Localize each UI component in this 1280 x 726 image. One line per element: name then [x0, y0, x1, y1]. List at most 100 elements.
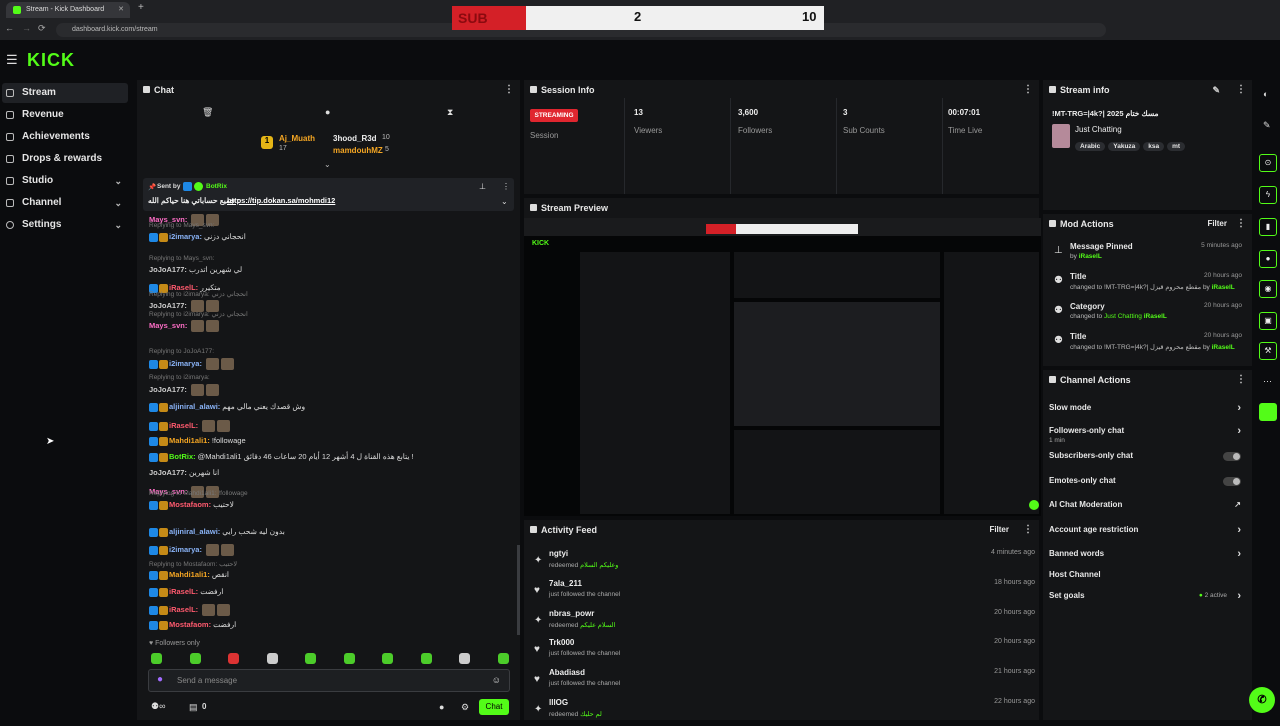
- channel-action-item[interactable]: Followers-only chat 1 min ›: [1049, 423, 1245, 444]
- quick-emote-icon[interactable]: [343, 653, 355, 664]
- reply-context[interactable]: Replying to Mostafaom: لاحتيب: [149, 560, 237, 568]
- activity-item[interactable]: ♥ Abadiasd just followed the channel 21 ho…: [530, 668, 1035, 696]
- users-icon[interactable]: ⚉∞: [151, 701, 165, 712]
- toggle-switch[interactable]: [1223, 452, 1241, 461]
- quick-action-tools[interactable]: ⚒: [1259, 342, 1277, 360]
- reply-context[interactable]: Replying to Mays_svn:: [149, 255, 214, 262]
- activity-item[interactable]: ✦ nbras_powr redeemed السلام عليكم 20 hours…: [530, 609, 1035, 637]
- stream-category[interactable]: Just Chatting: [1075, 125, 1122, 134]
- chat-username[interactable]: BotRix:: [169, 452, 196, 461]
- tag[interactable]: Yakuza: [1108, 142, 1141, 151]
- back-icon[interactable]: ←: [5, 23, 14, 33]
- quick-emote-icon[interactable]: [459, 653, 470, 664]
- chat-input[interactable]: ● Send a message ☺: [148, 669, 510, 692]
- reload-icon[interactable]: ⟳: [38, 23, 46, 34]
- quick-action-raid[interactable]: ϟ: [1259, 186, 1277, 204]
- quick-action-mod[interactable]: ▣: [1259, 312, 1277, 330]
- reply-context[interactable]: Replying to i2imarya: انحجاني دزني: [149, 310, 248, 318]
- hamburger-menu-icon[interactable]: ☰: [6, 52, 18, 68]
- edit-layout-icon[interactable]: ✎: [1263, 120, 1271, 131]
- chat-menu-icon[interactable]: ⋮: [504, 80, 514, 100]
- quick-action-notes[interactable]: ▮: [1259, 218, 1277, 236]
- top-gifter-name[interactable]: Aj_Muath: [279, 134, 315, 143]
- toggle-switch[interactable]: [1223, 477, 1241, 486]
- emoji-icon[interactable]: ☺: [492, 675, 501, 685]
- chat-username[interactable]: aljiniral_alawi:: [169, 402, 220, 411]
- activity-user[interactable]: 7ala_211: [549, 579, 582, 588]
- theme-toggle-icon[interactable]: ◐: [1263, 89, 1268, 99]
- channel-action-item[interactable]: Emotes-only chat: [1049, 473, 1245, 489]
- tag[interactable]: ksa: [1143, 142, 1165, 151]
- channel-action-item[interactable]: Subscribers-only chat: [1049, 448, 1245, 464]
- mod-action-moderator[interactable]: iRaselL: [1212, 284, 1235, 291]
- chat-username[interactable]: iRaselL:: [169, 421, 198, 430]
- top-gifter-name[interactable]: 3hood_R3d: [333, 134, 377, 143]
- channel-action-item[interactable]: Banned words ›: [1049, 546, 1245, 562]
- channel-action-item[interactable]: Set goals › ● 2 active: [1049, 588, 1245, 604]
- sidebar-item-revenue[interactable]: Revenue: [2, 105, 128, 125]
- quick-emote-icon[interactable]: [497, 653, 509, 664]
- top-gifter-name[interactable]: mamdouhMZ: [333, 146, 383, 155]
- chat-username[interactable]: i2imarya:: [169, 545, 202, 554]
- chat-username[interactable]: JoJoA177:: [149, 385, 187, 394]
- send-chat-button[interactable]: Chat: [479, 699, 509, 715]
- quick-emote-icon[interactable]: [266, 653, 278, 664]
- quick-emote-icon[interactable]: [305, 653, 316, 664]
- gear-icon[interactable]: ⚙: [461, 702, 469, 713]
- mod-action-moderator[interactable]: iRaselL: [1144, 313, 1167, 320]
- chat-scrollbar[interactable]: [517, 545, 520, 635]
- browser-tab[interactable]: Stream - Kick Dashboard ✕: [6, 2, 130, 18]
- share-icon[interactable]: ⋯: [1263, 376, 1272, 387]
- chat-username[interactable]: Mahdi1ali1:: [169, 570, 210, 579]
- activity-user[interactable]: ngtyi: [549, 549, 568, 558]
- activity-user[interactable]: lllOG: [549, 698, 568, 707]
- help-chat-icon[interactable]: ✆: [1249, 687, 1275, 713]
- sidebar-item-drops-rewards[interactable]: Drops & rewards: [2, 149, 128, 169]
- quick-action-broadcast[interactable]: ◉: [1259, 280, 1277, 298]
- expand-chevron-icon[interactable]: ⌄: [324, 160, 331, 169]
- trash-icon[interactable]: 🗑: [202, 107, 213, 118]
- quick-emote-icon[interactable]: [228, 653, 239, 664]
- sidebar-item-studio[interactable]: Studio ⌄: [2, 171, 128, 191]
- activity-filter-button[interactable]: Filter: [989, 520, 1009, 540]
- session-menu-icon[interactable]: ⋮: [1023, 80, 1033, 100]
- stream-info-menu-icon[interactable]: ⋮: [1236, 80, 1246, 100]
- chat-bubble-icon[interactable]: ●: [439, 702, 444, 712]
- channel-action-item[interactable]: Account age restriction ›: [1049, 522, 1245, 538]
- pinned-menu-icon[interactable]: ⋮: [502, 182, 510, 191]
- chat-username[interactable]: i2imarya:: [169, 232, 202, 241]
- unpin-icon[interactable]: ⊥: [479, 182, 486, 191]
- tab-close-icon[interactable]: ✕: [118, 2, 124, 18]
- reply-context[interactable]: Replying to i2imarya:: [149, 374, 210, 381]
- activity-item[interactable]: ✦ lllOG redeemed لم حليك 22 hours ago: [530, 698, 1035, 726]
- tag[interactable]: Arabic: [1075, 142, 1106, 151]
- mod-action-moderator[interactable]: iRaselL: [1079, 253, 1102, 260]
- chat-username[interactable]: JoJoA177:: [149, 265, 187, 274]
- microphone-icon[interactable]: ●: [157, 674, 163, 685]
- hourglass-icon[interactable]: ⧗: [447, 107, 453, 118]
- chat-username[interactable]: Mostafaom:: [169, 500, 211, 509]
- sidebar-item-channel[interactable]: Channel ⌄: [2, 193, 128, 213]
- chat-username[interactable]: iRaselL:: [169, 605, 198, 614]
- chat-settings-icon[interactable]: ●: [325, 107, 330, 117]
- mod-filter-button[interactable]: Filter: [1207, 214, 1227, 234]
- pinned-sender[interactable]: BotRix: [206, 183, 227, 190]
- activity-item[interactable]: ♥ 7ala_211 just followed the channel 18 ho…: [530, 579, 1035, 607]
- edit-icon[interactable]: ✎: [1212, 80, 1220, 100]
- forward-icon[interactable]: →: [22, 23, 31, 33]
- category-thumbnail[interactable]: [1052, 124, 1070, 148]
- activity-user[interactable]: Abadiasd: [549, 668, 585, 677]
- activity-user[interactable]: nbras_powr: [549, 609, 594, 618]
- quick-action-clip[interactable]: ⊙: [1259, 154, 1277, 172]
- channel-actions-menu-icon[interactable]: ⋮: [1236, 370, 1246, 390]
- chat-username[interactable]: Mostafaom:: [169, 620, 211, 629]
- tag[interactable]: mt: [1167, 142, 1186, 151]
- mod-actions-menu-icon[interactable]: ⋮: [1236, 214, 1246, 234]
- reply-context[interactable]: Replying to Mahdi1ali1: !followage: [149, 490, 248, 497]
- pinned-link[interactable]: https://tip.dokan.sa/mohmdi12: [227, 196, 335, 205]
- chat-username[interactable]: JoJoA177:: [149, 301, 187, 310]
- quick-emote-icon[interactable]: [420, 653, 432, 664]
- activity-menu-icon[interactable]: ⋮: [1023, 520, 1033, 540]
- chevron-down-icon[interactable]: ⌄: [501, 197, 508, 206]
- reply-context[interactable]: Replying to JoJoA177:: [149, 348, 214, 355]
